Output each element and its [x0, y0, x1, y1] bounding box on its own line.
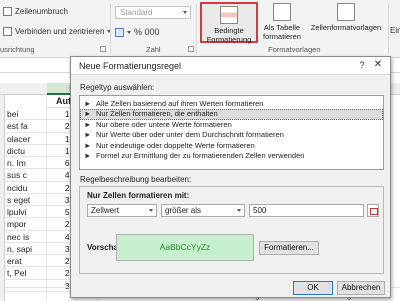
cell[interactable]: est fa [5, 120, 47, 132]
cell[interactable]: sus c [5, 169, 47, 181]
beschreibung-label: Regelbeschreibung bearbeiten: [80, 175, 192, 184]
condition-operator-select[interactable]: größer als [161, 204, 245, 217]
rule-type-label: Nur eindeutige oder doppelte Werte forma… [96, 140, 255, 150]
einfuegen-button[interactable]: Einf [390, 26, 400, 35]
chevron-down-icon [149, 209, 153, 212]
formatvorlagen-group-label: Formatvorlagen [268, 45, 321, 54]
rule-type-item[interactable]: ► Nur obere oder untere Werte formatieren [80, 120, 383, 130]
cell[interactable]: lpulvi [5, 206, 47, 218]
cell[interactable]: ncidu [5, 181, 47, 193]
chevron-down-icon [183, 11, 187, 14]
dialog-launcher-icon[interactable] [100, 46, 106, 52]
cell[interactable]: nec is [5, 230, 47, 242]
rule-type-item[interactable]: ► Nur Werte über oder unter dem Durchschn… [80, 130, 383, 140]
cell[interactable]: erat [5, 255, 47, 267]
ribbon: Zeilenumbruch Verbinden und zentrieren u… [0, 0, 400, 58]
cell[interactable]: mpor [5, 218, 47, 230]
rule-type-item[interactable]: ► Nur Zellen formatieren, die enthalten [80, 109, 383, 120]
arrow-right-icon: ► [84, 130, 92, 140]
currency-icon [115, 27, 124, 37]
ok-button[interactable]: OK [293, 281, 333, 295]
rule-type-label: Nur obere oder untere Werte formatieren [96, 119, 232, 129]
arrow-right-icon: ► [84, 119, 92, 129]
rule-type-label: Formel zur Ermittlung der zu formatieren… [96, 150, 305, 160]
wrap-text-icon [3, 7, 12, 16]
cell[interactable]: n, sapi [5, 242, 47, 254]
help-icon[interactable]: ? [356, 59, 368, 71]
rule-type-list[interactable]: ► Alle Zellen basierend auf ihren Werten … [79, 95, 384, 170]
format-preview: AaBbCcYyZz [116, 234, 254, 261]
cell[interactable]: dictu [5, 144, 47, 156]
als-tabelle-label: Als Tabelle formatieren [263, 23, 301, 41]
arrow-right-icon: ► [84, 99, 92, 108]
rule-type-item[interactable]: ► Alle Zellen basierend auf ihren Werten … [80, 99, 383, 109]
regeltyp-label: Regeltyp auswählen: [80, 83, 155, 92]
group-separator [110, 4, 111, 54]
number-format-select[interactable]: Standard [115, 6, 191, 19]
rule-type-label: Nur Zellen formatieren, die enthalten [96, 109, 218, 119]
arrow-right-icon: ► [84, 150, 92, 160]
condition-value-input[interactable]: 500 [249, 204, 364, 217]
cell[interactable]: t, Pel [5, 267, 47, 279]
dialog-launcher-icon[interactable] [188, 46, 194, 52]
cell[interactable]: s eget [5, 193, 47, 205]
chevron-down-icon [127, 30, 131, 34]
cell-styles-icon [337, 3, 355, 21]
conditional-formatting-icon [220, 6, 238, 24]
abbrechen-button[interactable]: Abbrechen [337, 281, 385, 295]
zellenformatvorlagen-button[interactable]: Zellenformatvorlagen [306, 2, 386, 43]
zellenformatvorlagen-label: Zellenformatvorlagen [310, 23, 382, 32]
bedingte-formatierung-label: Bedingte Formatierung [206, 26, 252, 44]
merge-center-icon [3, 27, 12, 36]
rule-type-label: Alle Zellen basierend auf ihren Werten f… [96, 99, 264, 108]
verbinden-button[interactable]: Verbinden und zentrieren [3, 27, 112, 36]
nur-zellen-label: Nur Zellen formatieren mit: [87, 191, 190, 200]
rule-items: ► Alle Zellen basierend auf ihren Werten … [80, 96, 383, 161]
cell[interactable]: olacer [5, 132, 47, 144]
chevron-down-icon [237, 209, 241, 212]
rule-type-item[interactable]: ► Formel zur Ermittlung der zu formatiere… [80, 151, 383, 161]
condition-field-select[interactable]: Zellwert [87, 204, 157, 217]
range-select-icon[interactable] [367, 204, 379, 217]
cell[interactable]: bei [5, 108, 47, 120]
rule-type-label: Nur Werte über oder unter dem Durchschni… [96, 130, 284, 140]
zahl-group-label: Zahl [146, 45, 161, 54]
cell[interactable]: n. Im [5, 157, 47, 169]
arrow-right-icon: ► [84, 109, 92, 119]
table-icon [273, 3, 291, 21]
zeilenumbruch-button[interactable]: Zeilenumbruch [3, 7, 68, 16]
neue-formatierungsregel-dialog: Neue Formatierungsregel ? ✕ Regeltyp aus… [70, 56, 391, 298]
dialog-title: Neue Formatierungsregel [71, 57, 390, 75]
formatieren-button[interactable]: Formatieren... [259, 241, 319, 255]
arrow-right-icon: ► [84, 140, 92, 150]
group-separator [196, 4, 197, 54]
group-separator [388, 4, 389, 54]
rule-type-item[interactable]: ► Nur eindeutige oder doppelte Werte form… [80, 141, 383, 151]
close-icon[interactable]: ✕ [372, 59, 384, 71]
number-format-buttons[interactable]: % 000 [115, 27, 160, 37]
als-tabelle-button[interactable]: Als Tabelle formatieren [260, 2, 304, 43]
bedingte-formatierung-button[interactable]: Bedingte Formatierung [200, 2, 258, 44]
ausrichtung-group-label: usrichtung [0, 45, 35, 54]
